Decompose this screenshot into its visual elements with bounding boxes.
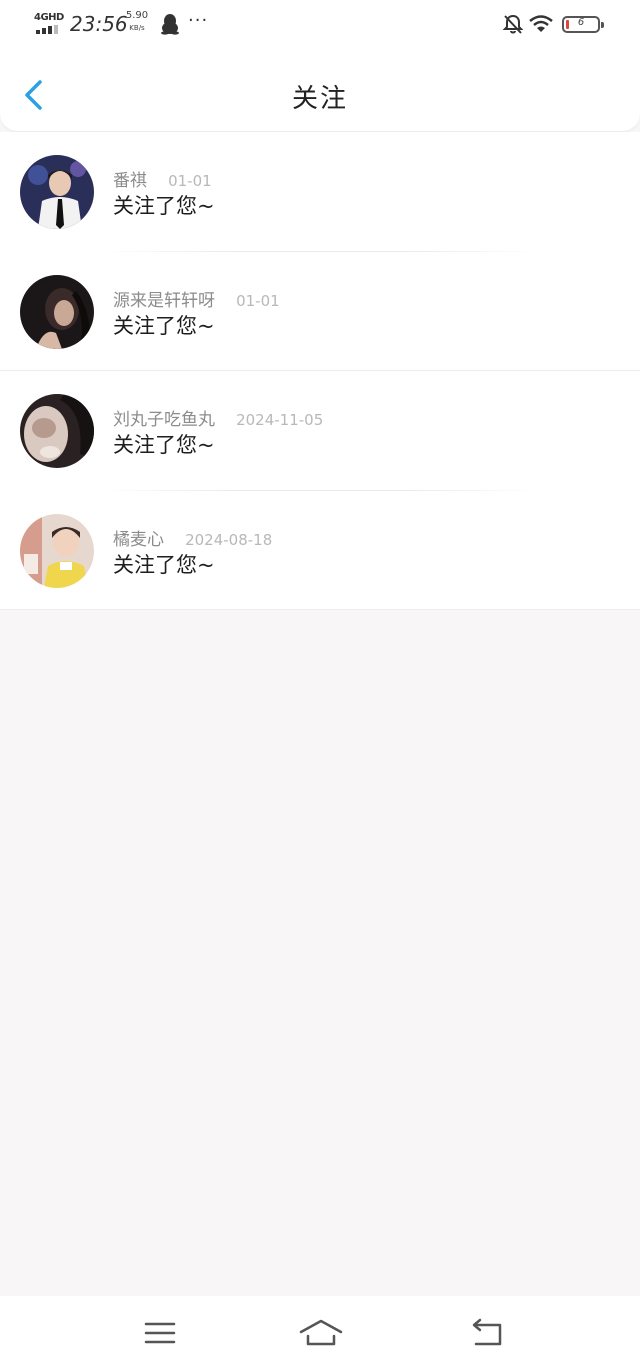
status-bar: 4GHD 23:56 5.90 KB/s ··· 6 [0,0,640,52]
avatar[interactable] [20,394,94,468]
back-arrow-icon [472,1318,502,1346]
system-navigation-bar [0,1296,640,1372]
clock: 23:56 [70,12,128,36]
notification-message: 关注了您~ [113,194,215,218]
avatar[interactable] [20,155,94,229]
back-nav-button[interactable] [466,1316,506,1350]
divider [0,609,640,610]
more-notifications-icon: ··· [188,10,209,31]
menu-button[interactable] [140,1316,180,1350]
home-icon [299,1319,343,1346]
notification-message: 关注了您~ [113,433,215,457]
item-meta: 刘丸子吃鱼丸 2024-11-05 [113,405,323,430]
avatar[interactable] [20,274,94,349]
list-item[interactable]: 源来是轩轩呀 01-01 关注了您~ [0,251,640,371]
notification-message: 关注了您~ [113,313,215,338]
network-type: 4GHD [34,12,64,23]
home-button[interactable] [298,1316,344,1350]
battery-icon: 6 [562,16,604,33]
notification-message: 关注了您~ [113,552,215,577]
page-title: 关注 [291,84,348,114]
timestamp: 01-01 [168,172,212,190]
item-meta: 番祺 01-01 [113,166,212,191]
network-speed: 5.90 KB/s [124,10,150,34]
item-meta: 橘麦心 2024-08-18 [113,525,272,550]
header: 关注 [0,52,640,132]
follow-notification-list: 番祺 01-01 关注了您~ 源来是轩轩呀 01-01 关注了您~ 刘丸子吃鱼丸… [0,132,640,610]
battery-level: 6 [577,17,585,28]
username[interactable]: 番祺 [113,171,147,191]
bell-muted-icon [502,13,524,39]
wifi-icon [528,14,554,38]
network-speed-value: 5.90 [125,10,149,21]
list-item[interactable]: 橘麦心 2024-08-18 关注了您~ [0,490,640,610]
timestamp: 2024-11-05 [236,411,324,429]
qq-penguin-icon [160,13,180,39]
list-item[interactable]: 刘丸子吃鱼丸 2024-11-05 关注了您~ [0,371,640,491]
network-speed-unit: KB/s [129,24,145,32]
list-item[interactable]: 番祺 01-01 关注了您~ [0,132,640,252]
username[interactable]: 源来是轩轩呀 [113,291,215,311]
menu-icon [144,1322,176,1344]
username[interactable]: 刘丸子吃鱼丸 [113,410,215,430]
avatar[interactable] [20,513,94,588]
signal-bars-icon [36,25,62,34]
timestamp: 2024-08-18 [185,530,273,549]
item-meta: 源来是轩轩呀 01-01 [113,286,280,311]
signal-indicator: 4GHD [34,12,64,36]
timestamp: 01-01 [236,291,280,310]
username[interactable]: 橘麦心 [113,530,164,550]
